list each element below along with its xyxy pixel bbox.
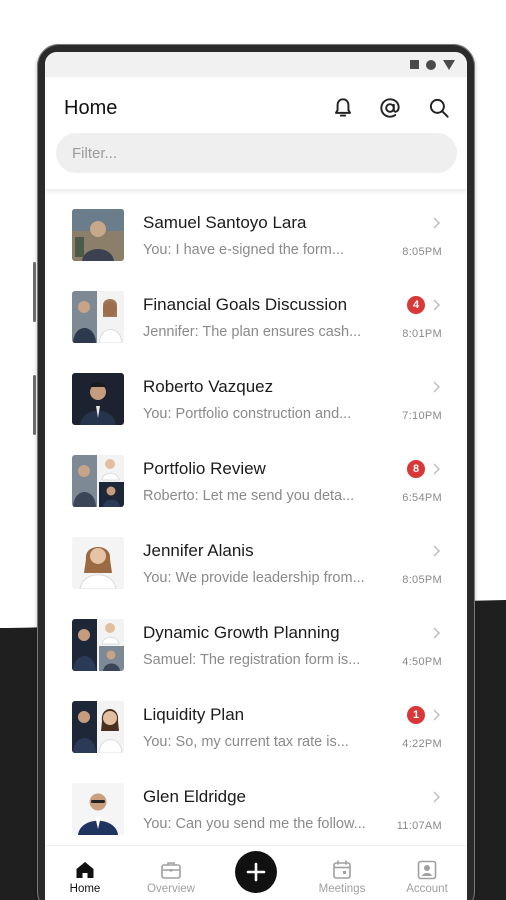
bottom-nav: Home Overview Meetings Account <box>45 845 467 900</box>
plus-icon <box>246 862 266 882</box>
group-photo <box>72 455 124 507</box>
list-item[interactable]: Liquidity Plan You: So, my current tax r… <box>45 689 467 771</box>
conversation-name: Financial Goals Discussion <box>143 295 348 314</box>
search-icon[interactable] <box>426 95 452 121</box>
avatar <box>72 209 124 261</box>
conversation-name: Liquidity Plan <box>143 705 245 724</box>
unread-badge: 8 <box>407 460 425 478</box>
nav-label: Home <box>69 883 101 895</box>
avatar <box>72 291 124 343</box>
person-photo <box>72 783 124 835</box>
home-icon <box>76 862 94 878</box>
message-preview: You: We provide leadership from... <box>143 570 365 586</box>
list-item[interactable]: Financial Goals Discussion Jennifer: The… <box>45 279 467 361</box>
calendar-icon <box>333 860 351 879</box>
message-preview: You: So, my current tax rate is... <box>143 734 349 750</box>
stop-icon <box>410 60 419 69</box>
list-item[interactable]: Dynamic Growth Planning Samuel: The regi… <box>45 607 467 689</box>
message-time: 8:01PM <box>402 328 442 340</box>
message-time: 4:22PM <box>402 738 442 750</box>
chevron-right-icon <box>433 463 441 475</box>
list-item[interactable]: Samuel Santoyo Lara You: I have e-signed… <box>45 197 467 279</box>
group-photo <box>72 619 124 671</box>
message-preview: You: Can you send me the follow... <box>143 816 366 832</box>
unread-badge: 4 <box>407 296 425 314</box>
page-title: Home <box>64 97 118 119</box>
list-item[interactable]: Jennifer Alanis You: We provide leadersh… <box>45 525 467 607</box>
avatar <box>72 455 124 507</box>
avatar <box>72 619 124 671</box>
chevron-right-icon <box>433 545 441 557</box>
signal-icon <box>443 59 455 70</box>
chevron-right-icon <box>433 709 441 721</box>
chevron-right-icon <box>433 217 441 229</box>
conversation-name: Roberto Vazquez <box>143 377 274 396</box>
phone-side-button <box>33 262 36 322</box>
avatar <box>72 537 124 589</box>
app-screen: Home Samuel Santoyo Lara Y <box>45 52 467 900</box>
person-photo <box>72 209 124 261</box>
message-preview: Samuel: The registration form is... <box>143 652 361 668</box>
nav-label: Meetings <box>318 883 366 895</box>
nav-home[interactable]: Home <box>50 846 120 900</box>
conversation-name: Glen Eldridge <box>143 787 247 806</box>
list-item[interactable]: Portfolio Review Roberto: Let me send yo… <box>45 443 467 525</box>
at-sign-icon[interactable] <box>377 95 403 121</box>
new-message-button[interactable] <box>235 851 277 893</box>
chevron-right-icon <box>433 791 441 803</box>
message-time: 6:54PM <box>402 492 442 504</box>
message-time: 7:10PM <box>402 410 442 422</box>
status-bar <box>45 52 467 77</box>
filter-input[interactable] <box>56 133 457 173</box>
nav-account[interactable]: Account <box>392 846 462 900</box>
avatar <box>72 701 124 753</box>
nav-label: Overview <box>147 883 195 895</box>
chevron-right-icon <box>433 381 441 393</box>
account-icon <box>417 860 437 880</box>
person-photo <box>72 537 124 589</box>
unread-badge: 1 <box>407 706 425 724</box>
bell-icon[interactable] <box>330 95 356 121</box>
conversation-name: Portfolio Review <box>143 459 266 478</box>
person-photo <box>72 373 124 425</box>
message-time: 8:05PM <box>402 246 442 258</box>
nav-overview[interactable]: Overview <box>136 846 206 900</box>
nav-label: Account <box>406 883 448 895</box>
list-item[interactable]: Roberto Vazquez You: Portfolio construct… <box>45 361 467 443</box>
phone-side-button <box>33 375 36 435</box>
list-item[interactable]: Glen Eldridge You: Can you send me the f… <box>45 771 467 853</box>
message-preview: Roberto: Let me send you deta... <box>143 488 355 504</box>
message-preview: Jennifer: The plan ensures cash... <box>143 324 362 340</box>
avatar <box>72 373 124 425</box>
message-preview: You: Portfolio construction and... <box>143 406 352 422</box>
message-preview: You: I have e-signed the form... <box>143 242 344 258</box>
chevron-right-icon <box>433 627 441 639</box>
briefcase-icon <box>161 862 181 879</box>
app-header: Home <box>45 77 467 189</box>
conversation-name: Samuel Santoyo Lara <box>143 213 307 232</box>
chevron-right-icon <box>433 299 441 311</box>
conversation-name: Jennifer Alanis <box>143 541 254 560</box>
avatar <box>72 783 124 835</box>
group-photo <box>72 291 124 343</box>
group-photo <box>72 701 124 753</box>
conversation-name: Dynamic Growth Planning <box>143 623 340 642</box>
nav-meetings[interactable]: Meetings <box>307 846 377 900</box>
message-time: 8:05PM <box>402 574 442 586</box>
message-time: 11:07AM <box>396 820 442 832</box>
message-time: 4:50PM <box>402 656 442 668</box>
circle-icon <box>426 59 436 70</box>
